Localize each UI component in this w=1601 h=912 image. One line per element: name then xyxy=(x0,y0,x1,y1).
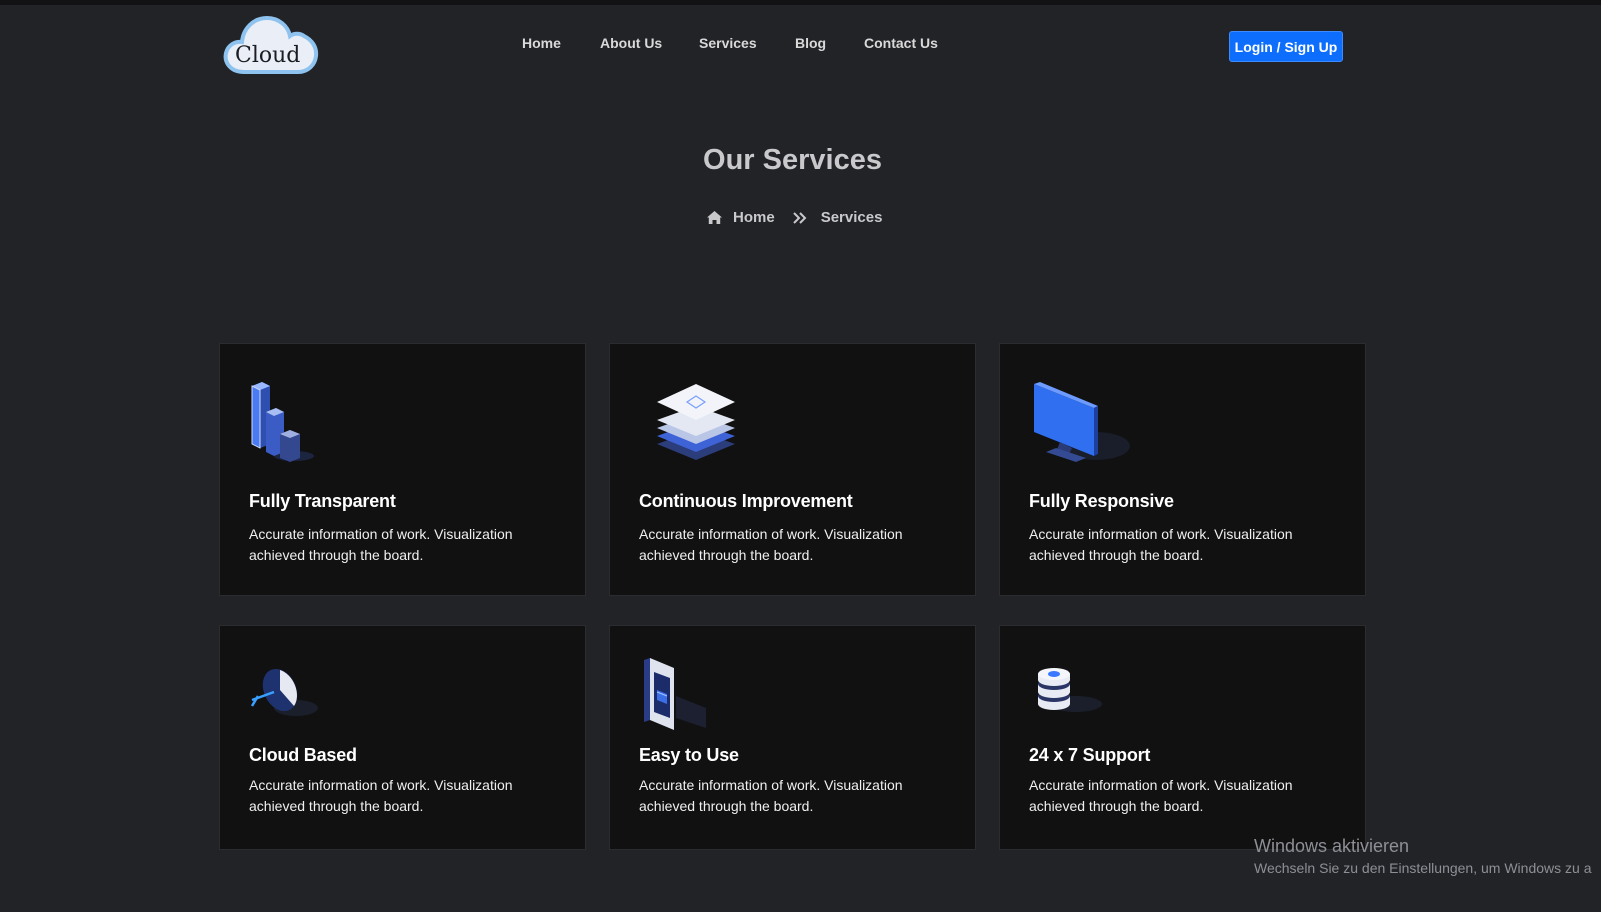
service-description: Accurate information of work. Visualizat… xyxy=(1029,777,1293,814)
service-description: Accurate information of work. Visualizat… xyxy=(639,777,903,814)
service-title: Fully Responsive xyxy=(1029,491,1174,511)
service-description: Accurate information of work. Visualizat… xyxy=(249,777,513,814)
service-card-fully-responsive: Fully Responsive Accurate information of… xyxy=(999,343,1366,596)
phone-icon xyxy=(640,656,710,737)
service-card-cloud-based: Cloud Based Accurate information of work… xyxy=(219,625,586,850)
watermark-title: Windows aktivieren xyxy=(1254,836,1410,856)
service-title: Continuous Improvement xyxy=(639,491,853,511)
windows-activation-watermark: Windows aktivieren Wechseln Sie zu den E… xyxy=(1254,836,1591,876)
service-description: Accurate information of work. Visualizat… xyxy=(1029,526,1293,563)
top-border xyxy=(0,0,1601,5)
service-title: 24 x 7 Support xyxy=(1029,745,1151,765)
layers-icon xyxy=(655,382,737,469)
login-signup-button[interactable]: Login / Sign Up xyxy=(1229,31,1343,62)
page-title: Our Services xyxy=(703,144,882,176)
nav-contact-us[interactable]: Contact Us xyxy=(864,35,938,51)
breadcrumb-current: Services xyxy=(820,208,883,226)
service-card-easy-to-use: Easy to Use Accurate information of work… xyxy=(609,625,976,850)
nav-about-us[interactable]: About Us xyxy=(600,35,662,51)
nav-home[interactable]: Home xyxy=(522,35,561,51)
home-icon xyxy=(706,210,723,225)
nav-blog[interactable]: Blog xyxy=(795,35,826,51)
service-title: Easy to Use xyxy=(639,745,739,765)
bar-chart-icon xyxy=(248,382,318,469)
database-icon xyxy=(1036,668,1102,719)
main-nav: Home About Us Services Blog Contact Us xyxy=(0,35,1601,55)
breadcrumb: Home Services xyxy=(706,208,882,226)
service-title: Cloud Based xyxy=(249,745,357,765)
service-title: Fully Transparent xyxy=(249,491,396,511)
breadcrumb-home-link[interactable]: Home xyxy=(733,209,775,226)
pie-chart-icon xyxy=(250,666,320,723)
nav-services[interactable]: Services xyxy=(699,35,757,51)
service-description: Accurate information of work. Visualizat… xyxy=(249,526,513,563)
service-card-continuous-improvement: Continuous Improvement Accurate informat… xyxy=(609,343,976,596)
double-chevron-right-icon xyxy=(792,211,807,224)
watermark-subtitle: Wechseln Sie zu den Einstellungen, um Wi… xyxy=(1254,860,1592,876)
service-description: Accurate information of work. Visualizat… xyxy=(639,526,903,563)
monitor-icon xyxy=(1032,382,1132,469)
service-card-fully-transparent: Fully Transparent Accurate information o… xyxy=(219,343,586,596)
service-card-24x7-support: 24 x 7 Support Accurate information of w… xyxy=(999,625,1366,850)
